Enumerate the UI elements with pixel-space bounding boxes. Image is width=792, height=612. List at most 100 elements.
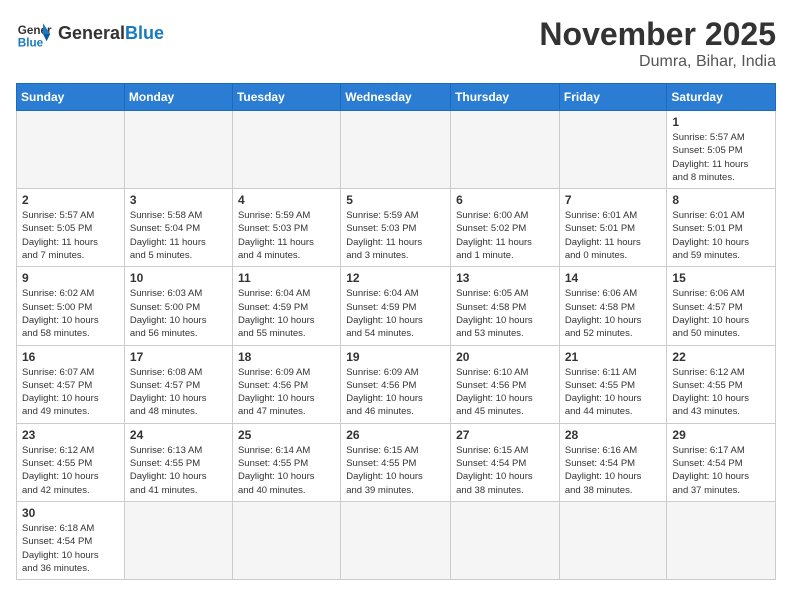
table-row: 8 Sunrise: 6:01 AMSunset: 5:01 PMDaylight…	[667, 189, 776, 267]
table-row: 17 Sunrise: 6:08 AMSunset: 4:57 PMDayligh…	[124, 345, 232, 423]
day-number: 10	[130, 271, 227, 285]
header-thursday: Thursday	[451, 84, 560, 111]
day-info: Sunrise: 6:07 AMSunset: 4:57 PMDaylight:…	[22, 366, 119, 419]
day-info: Sunrise: 6:06 AMSunset: 4:57 PMDaylight:…	[672, 287, 770, 340]
day-number: 9	[22, 271, 119, 285]
day-number: 11	[238, 271, 335, 285]
day-number: 20	[456, 350, 554, 364]
table-row: 12Sunrise: 6:04 AMSunset: 4:59 PMDayligh…	[341, 267, 451, 345]
day-info: Sunrise: 6:12 AMSunset: 4:55 PMDaylight:…	[672, 366, 770, 419]
table-row	[17, 111, 125, 189]
day-info: Sunrise: 5:57 AMSunset: 5:05 PMDaylight:…	[672, 131, 770, 184]
header-monday: Monday	[124, 84, 232, 111]
day-number: 30	[22, 506, 119, 520]
table-row: 15 Sunrise: 6:06 AMSunset: 4:57 PMDayligh…	[667, 267, 776, 345]
day-number: 2	[22, 193, 119, 207]
table-row	[124, 501, 232, 579]
day-number: 29	[672, 428, 770, 442]
logo: General Blue GeneralBlue	[16, 16, 164, 52]
table-row	[232, 501, 340, 579]
day-info: Sunrise: 6:06 AMSunset: 4:58 PMDaylight:…	[565, 287, 662, 340]
header-tuesday: Tuesday	[232, 84, 340, 111]
day-info: Sunrise: 6:13 AMSunset: 4:55 PMDaylight:…	[130, 444, 227, 497]
day-number: 24	[130, 428, 227, 442]
day-number: 22	[672, 350, 770, 364]
table-row	[451, 111, 560, 189]
table-row: 22 Sunrise: 6:12 AMSunset: 4:55 PMDayligh…	[667, 345, 776, 423]
calendar-row-4: 23 Sunrise: 6:12 AMSunset: 4:55 PMDayligh…	[17, 423, 776, 501]
table-row	[667, 501, 776, 579]
location: Dumra, Bihar, India	[539, 53, 776, 71]
day-info: Sunrise: 6:04 AMSunset: 4:59 PMDaylight:…	[346, 287, 445, 340]
header-sunday: Sunday	[17, 84, 125, 111]
table-row: 24 Sunrise: 6:13 AMSunset: 4:55 PMDayligh…	[124, 423, 232, 501]
day-info: Sunrise: 6:04 AMSunset: 4:59 PMDaylight:…	[238, 287, 335, 340]
table-row	[559, 501, 667, 579]
day-info: Sunrise: 6:14 AMSunset: 4:55 PMDaylight:…	[238, 444, 335, 497]
day-info: Sunrise: 6:17 AMSunset: 4:54 PMDaylight:…	[672, 444, 770, 497]
table-row	[232, 111, 340, 189]
table-row: 21 Sunrise: 6:11 AMSunset: 4:55 PMDayligh…	[559, 345, 667, 423]
weekday-header-row: Sunday Monday Tuesday Wednesday Thursday…	[17, 84, 776, 111]
table-row: 20Sunrise: 6:10 AMSunset: 4:56 PMDayligh…	[451, 345, 560, 423]
day-number: 1	[672, 115, 770, 129]
day-number: 26	[346, 428, 445, 442]
table-row: 2Sunrise: 5:57 AMSunset: 5:05 PMDaylight…	[17, 189, 125, 267]
calendar-row-2: 9 Sunrise: 6:02 AMSunset: 5:00 PMDaylight…	[17, 267, 776, 345]
day-number: 28	[565, 428, 662, 442]
day-info: Sunrise: 6:15 AMSunset: 4:55 PMDaylight:…	[346, 444, 445, 497]
header-friday: Friday	[559, 84, 667, 111]
day-info: Sunrise: 6:12 AMSunset: 4:55 PMDaylight:…	[22, 444, 119, 497]
header-wednesday: Wednesday	[341, 84, 451, 111]
day-number: 23	[22, 428, 119, 442]
calendar-row-1: 2Sunrise: 5:57 AMSunset: 5:05 PMDaylight…	[17, 189, 776, 267]
day-info: Sunrise: 6:15 AMSunset: 4:54 PMDaylight:…	[456, 444, 554, 497]
day-info: Sunrise: 6:01 AMSunset: 5:01 PMDaylight:…	[672, 209, 770, 262]
table-row	[124, 111, 232, 189]
table-row: 18Sunrise: 6:09 AMSunset: 4:56 PMDayligh…	[232, 345, 340, 423]
table-row: 29 Sunrise: 6:17 AMSunset: 4:54 PMDayligh…	[667, 423, 776, 501]
day-number: 7	[565, 193, 662, 207]
table-row	[341, 501, 451, 579]
svg-text:Blue: Blue	[18, 37, 44, 50]
calendar-row-3: 16 Sunrise: 6:07 AMSunset: 4:57 PMDayligh…	[17, 345, 776, 423]
day-number: 15	[672, 271, 770, 285]
day-number: 4	[238, 193, 335, 207]
day-info: Sunrise: 6:00 AMSunset: 5:02 PMDaylight:…	[456, 209, 554, 262]
day-number: 3	[130, 193, 227, 207]
table-row: 25Sunrise: 6:14 AMSunset: 4:55 PMDayligh…	[232, 423, 340, 501]
day-info: Sunrise: 6:05 AMSunset: 4:58 PMDaylight:…	[456, 287, 554, 340]
table-row: 4 Sunrise: 5:59 AMSunset: 5:03 PMDaylight…	[232, 189, 340, 267]
title-block: November 2025 Dumra, Bihar, India	[539, 16, 776, 71]
day-info: Sunrise: 6:16 AMSunset: 4:54 PMDaylight:…	[565, 444, 662, 497]
day-info: Sunrise: 6:02 AMSunset: 5:00 PMDaylight:…	[22, 287, 119, 340]
table-row: 19 Sunrise: 6:09 AMSunset: 4:56 PMDayligh…	[341, 345, 451, 423]
header-saturday: Saturday	[667, 84, 776, 111]
day-info: Sunrise: 6:03 AMSunset: 5:00 PMDaylight:…	[130, 287, 227, 340]
day-number: 17	[130, 350, 227, 364]
table-row	[341, 111, 451, 189]
day-info: Sunrise: 6:08 AMSunset: 4:57 PMDaylight:…	[130, 366, 227, 419]
day-info: Sunrise: 6:09 AMSunset: 4:56 PMDaylight:…	[346, 366, 445, 419]
table-row: 5Sunrise: 5:59 AMSunset: 5:03 PMDaylight…	[341, 189, 451, 267]
day-info: Sunrise: 5:59 AMSunset: 5:03 PMDaylight:…	[238, 209, 335, 262]
table-row: 7Sunrise: 6:01 AMSunset: 5:01 PMDaylight…	[559, 189, 667, 267]
table-row: 30Sunrise: 6:18 AMSunset: 4:54 PMDayligh…	[17, 501, 125, 579]
table-row: 28 Sunrise: 6:16 AMSunset: 4:54 PMDayligh…	[559, 423, 667, 501]
table-row	[451, 501, 560, 579]
table-row: 6 Sunrise: 6:00 AMSunset: 5:02 PMDaylight…	[451, 189, 560, 267]
table-row: 14Sunrise: 6:06 AMSunset: 4:58 PMDayligh…	[559, 267, 667, 345]
calendar-row-5: 30Sunrise: 6:18 AMSunset: 4:54 PMDayligh…	[17, 501, 776, 579]
table-row: 9 Sunrise: 6:02 AMSunset: 5:00 PMDaylight…	[17, 267, 125, 345]
day-number: 16	[22, 350, 119, 364]
day-number: 6	[456, 193, 554, 207]
day-info: Sunrise: 6:11 AMSunset: 4:55 PMDaylight:…	[565, 366, 662, 419]
day-number: 8	[672, 193, 770, 207]
day-number: 21	[565, 350, 662, 364]
table-row: 11 Sunrise: 6:04 AMSunset: 4:59 PMDayligh…	[232, 267, 340, 345]
logo-icon: General Blue	[16, 16, 52, 52]
day-number: 5	[346, 193, 445, 207]
table-row: 1 Sunrise: 5:57 AMSunset: 5:05 PMDaylight…	[667, 111, 776, 189]
day-number: 19	[346, 350, 445, 364]
calendar-table: Sunday Monday Tuesday Wednesday Thursday…	[16, 83, 776, 580]
